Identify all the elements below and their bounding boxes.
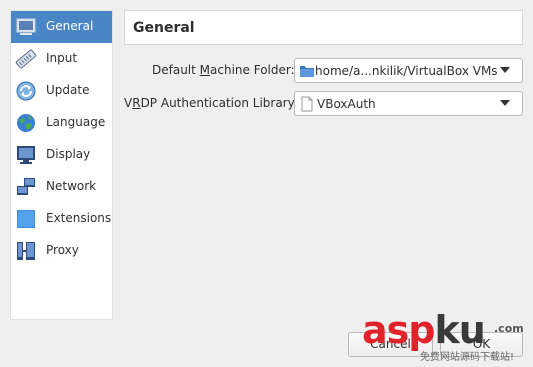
watermark-logo: aspku: [362, 308, 486, 352]
monitor-icon: [16, 18, 36, 35]
label-text: achine Folder:: [210, 63, 295, 77]
sidebar-item-display[interactable]: Display: [11, 139, 112, 171]
vrdp-library-select[interactable]: VBoxAuth: [294, 91, 523, 116]
page-title: General: [133, 20, 195, 36]
network-icon: [17, 178, 35, 195]
sidebar-item-label: General: [46, 19, 94, 33]
vrdp-library-value: VBoxAuth: [317, 97, 376, 111]
sidebar-item-label: Display: [46, 147, 91, 161]
settings-dialog: General Input Update Language Display Ne…: [0, 0, 533, 367]
dropdown-button[interactable]: [490, 59, 522, 82]
sidebar-item-language[interactable]: Language: [11, 107, 112, 139]
watermark-suffix: .com: [494, 322, 524, 335]
watermark-text: asp: [362, 308, 435, 352]
proxy-icon: [17, 242, 35, 260]
sidebar-item-label: Language: [46, 115, 106, 129]
display-icon: [17, 146, 35, 164]
sidebar-item-proxy[interactable]: Proxy: [11, 235, 112, 267]
sidebar-item-label: Network: [46, 179, 97, 193]
machine-folder-select[interactable]: home/a...nkilik/VirtualBox VMs: [294, 58, 523, 83]
sidebar-item-general[interactable]: General: [11, 11, 112, 43]
keyboard-icon: [15, 49, 37, 69]
label-text: DP Authentication Library:: [140, 96, 298, 110]
globe-icon: [17, 114, 35, 132]
settings-sidebar: General Input Update Language Display Ne…: [10, 10, 113, 320]
sidebar-item-label: Extensions: [46, 211, 112, 225]
dropdown-button[interactable]: [490, 92, 522, 115]
label-mnemonic: R: [132, 96, 141, 110]
chevron-down-icon: [500, 100, 510, 106]
watermark-text: ku: [434, 308, 485, 352]
machine-folder-value: home/a...nkilik/VirtualBox VMs: [315, 64, 498, 78]
sidebar-item-update[interactable]: Update: [11, 75, 112, 107]
label-text: Default: [152, 63, 200, 77]
chevron-down-icon: [500, 67, 510, 73]
watermark: aspku .com 免费网站源码下载站!: [362, 308, 532, 364]
label-mnemonic: M: [199, 63, 211, 77]
folder-icon: [300, 66, 314, 77]
sidebar-item-input[interactable]: Input: [11, 43, 112, 75]
file-icon: [301, 96, 313, 112]
vrdp-library-label: VRDP Authentication Library:: [124, 96, 298, 110]
sidebar-item-label: Input: [46, 51, 78, 65]
refresh-icon: [16, 81, 36, 101]
extension-icon: [17, 210, 35, 228]
label-text: V: [124, 96, 133, 110]
sidebar-item-label: Proxy: [46, 243, 79, 257]
page-header: General: [124, 10, 523, 45]
machine-folder-label: Default Machine Folder:: [152, 63, 295, 77]
sidebar-item-network[interactable]: Network: [11, 171, 112, 203]
sidebar-item-extensions[interactable]: Extensions: [11, 203, 112, 235]
sidebar-item-label: Update: [46, 83, 90, 97]
watermark-subtitle: 免费网站源码下载站!: [420, 352, 515, 363]
